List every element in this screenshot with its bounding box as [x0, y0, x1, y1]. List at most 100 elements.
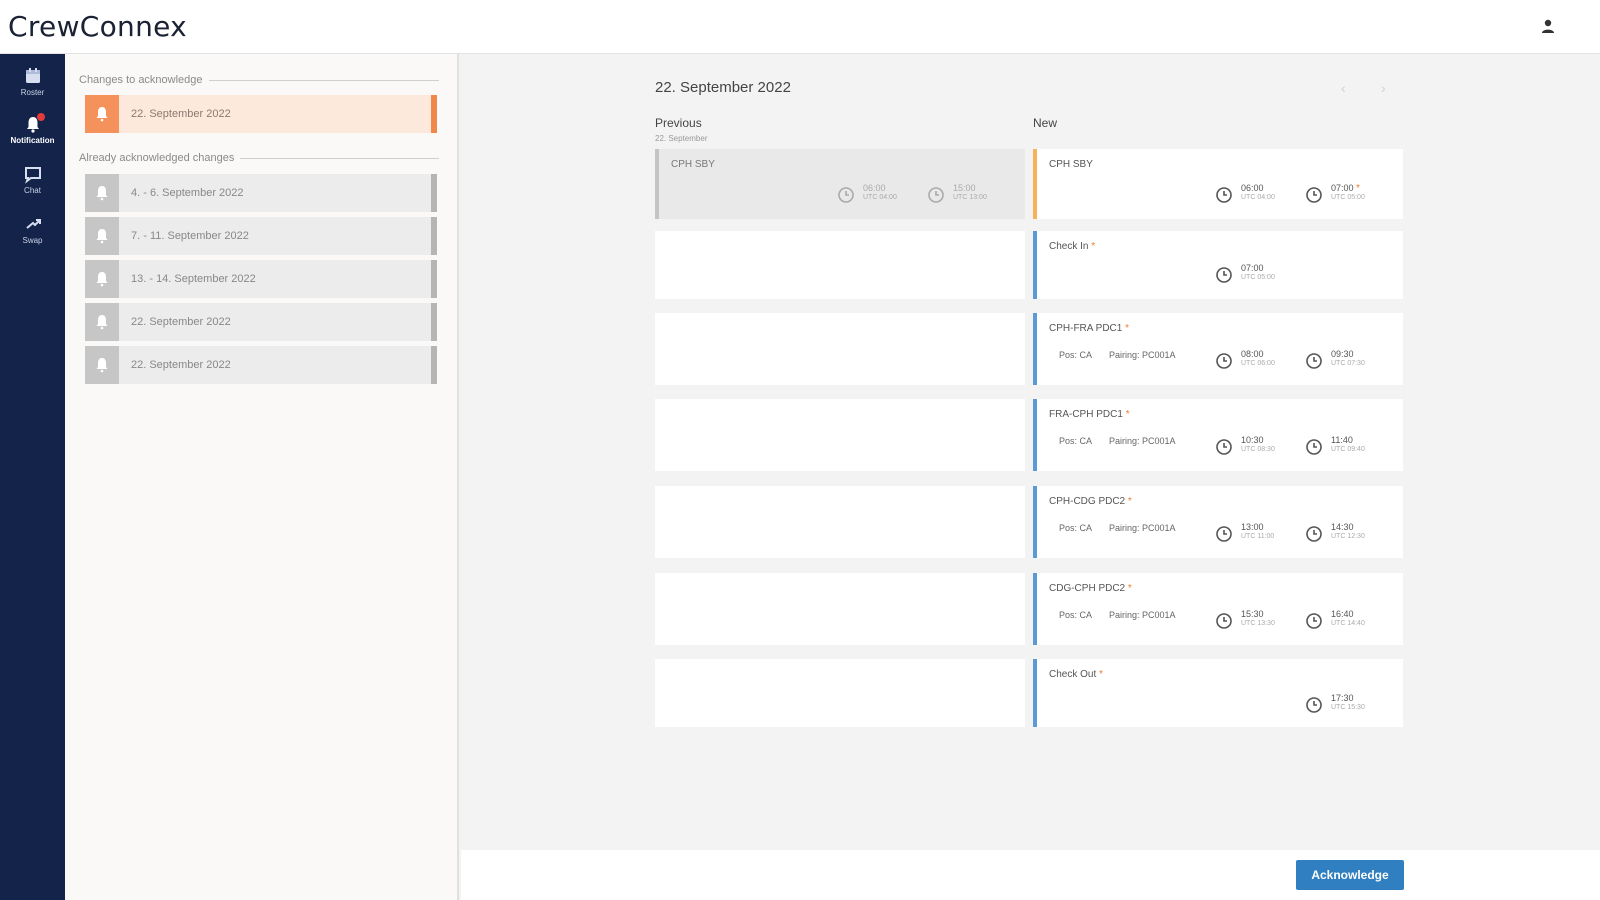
empty-previous-card [655, 231, 1025, 299]
clock-icon [1306, 613, 1322, 629]
pending-change-item[interactable]: 22. September 2022 [85, 95, 437, 133]
calendar-icon [25, 68, 40, 83]
duty-title: CPH-FRA PDC1 * [1049, 323, 1130, 334]
acknowledged-change-item[interactable]: 13. - 14. September 2022 [85, 260, 437, 298]
changed-marker: * [1125, 323, 1130, 334]
change-item-label: 4. - 6. September 2022 [131, 187, 244, 199]
changed-marker: * [1125, 409, 1130, 420]
duty-title: CPH SBY [1049, 159, 1093, 170]
start-time: 10:30 UTC 08:30 [1215, 435, 1295, 463]
duty-position: Pos: CA [1059, 350, 1093, 360]
clock-icon [1306, 353, 1322, 369]
duty-pairing: Pairing: PC001A [1109, 523, 1176, 533]
start-time: 08:00 UTC 06:00 [1215, 349, 1295, 377]
bell-icon [96, 358, 108, 373]
bell-icon [96, 229, 108, 244]
start-time: 13:00 UTC 11:00 [1215, 522, 1295, 550]
empty-previous-card [655, 399, 1025, 471]
card-accent-bar [655, 149, 659, 219]
acknowledged-change-item[interactable]: 7. - 11. September 2022 [85, 217, 437, 255]
change-item-label: 13. - 14. September 2022 [131, 273, 256, 285]
status-bar [431, 303, 437, 341]
new-duty-card: CPH SBY 06:00 UTC 04:00 07:00 * UTC 05:00 [1033, 149, 1403, 219]
duty-pairing: Pairing: PC001A [1109, 436, 1176, 446]
status-bar [431, 346, 437, 384]
duty-position: Pos: CA [1059, 436, 1093, 446]
end-time: 17:30 UTC 15:30 [1305, 693, 1385, 721]
bell-icon [96, 107, 108, 122]
bell-icon [96, 272, 108, 287]
changed-marker: * [1127, 583, 1132, 594]
user-icon[interactable] [1540, 18, 1556, 34]
status-bar [431, 260, 437, 298]
changed-marker: * [1127, 496, 1132, 507]
detail-date-title: 22. September 2022 [655, 79, 791, 96]
card-accent-bar [1033, 313, 1037, 385]
end-time: 15:00 UTC 13:00 [927, 183, 1007, 211]
card-accent-bar [1033, 573, 1037, 645]
duty-title: CDG-CPH PDC2 * [1049, 583, 1132, 594]
nav-item-notification[interactable]: Notification [0, 110, 65, 156]
changed-marker: * [1356, 183, 1360, 194]
previous-day-arrow[interactable]: ‹ [1341, 80, 1346, 96]
start-time: 15:30 UTC 13:30 [1215, 609, 1295, 637]
next-day-arrow[interactable]: › [1381, 80, 1386, 96]
changed-marker: * [1091, 241, 1096, 252]
previous-column-title: Previous [655, 116, 702, 130]
start-time: 07:00 UTC 05:00 [1215, 263, 1295, 291]
acknowledge-button[interactable]: Acknowledge [1296, 860, 1404, 890]
card-accent-bar [1033, 486, 1037, 558]
start-time: 06:00 UTC 04:00 [1215, 183, 1295, 211]
duty-position: Pos: CA [1059, 610, 1093, 620]
bell-icon [96, 315, 108, 330]
duty-pairing: Pairing: PC001A [1109, 350, 1176, 360]
change-item-label: 22. September 2022 [131, 316, 231, 328]
clock-icon [1216, 439, 1232, 455]
top-bar: CrewConnex [0, 0, 1600, 54]
nav-item-swap[interactable]: Swap [0, 210, 65, 256]
detail-panel [461, 54, 1600, 900]
duty-title: Check Out * [1049, 669, 1103, 680]
app-logo: CrewConnex [8, 10, 188, 43]
clock-icon [1306, 439, 1322, 455]
changed-marker: * [1099, 669, 1103, 680]
new-duty-card: CPH-FRA PDC1 * Pos: CA Pairing: PC001A 0… [1033, 313, 1403, 385]
clock-icon [1306, 526, 1322, 542]
end-time: 07:00 * UTC 05:00 [1305, 183, 1385, 211]
change-item-label: 7. - 11. September 2022 [131, 230, 249, 242]
empty-previous-card [655, 573, 1025, 645]
acknowledged-change-item[interactable]: 22. September 2022 [85, 346, 437, 384]
duty-title: CPH-CDG PDC2 * [1049, 496, 1132, 507]
start-time: 06:00 UTC 04:00 [837, 183, 917, 211]
nav-label-swap: Swap [22, 236, 43, 245]
end-time: 09:30 UTC 07:30 [1305, 349, 1385, 377]
status-bar [431, 174, 437, 212]
empty-previous-card [655, 659, 1025, 727]
footer-bar [461, 850, 1600, 900]
nav-item-roster[interactable]: Roster [0, 62, 65, 108]
duty-title: Check In * [1049, 241, 1096, 252]
clock-icon [838, 187, 854, 203]
new-column-title: New [1033, 116, 1058, 130]
chat-icon [24, 167, 41, 184]
duty-title: CPH SBY [671, 159, 715, 170]
end-time: 11:40 UTC 09:40 [1305, 435, 1385, 463]
acknowledged-change-item[interactable]: 4. - 6. September 2022 [85, 174, 437, 212]
duty-position: Pos: CA [1059, 523, 1093, 533]
empty-previous-card [655, 486, 1025, 558]
duty-title: FRA-CPH PDC1 * [1049, 409, 1130, 420]
clock-icon [928, 187, 944, 203]
previous-column-subtitle: 22. September [655, 134, 708, 143]
acknowledged-change-item[interactable]: 22. September 2022 [85, 303, 437, 341]
done-section-title: Already acknowledged changes [79, 152, 439, 164]
clock-icon [1306, 697, 1322, 713]
clock-icon [1216, 267, 1232, 283]
duty-pairing: Pairing: PC001A [1109, 610, 1176, 620]
new-duty-card: CDG-CPH PDC2 * Pos: CA Pairing: PC001A 1… [1033, 573, 1403, 645]
nav-item-chat[interactable]: Chat [0, 160, 65, 206]
new-duty-card: FRA-CPH PDC1 * Pos: CA Pairing: PC001A 1… [1033, 399, 1403, 471]
empty-previous-card [655, 313, 1025, 385]
clock-icon [1216, 526, 1232, 542]
card-accent-bar [1033, 149, 1037, 219]
clock-icon [1306, 187, 1322, 203]
